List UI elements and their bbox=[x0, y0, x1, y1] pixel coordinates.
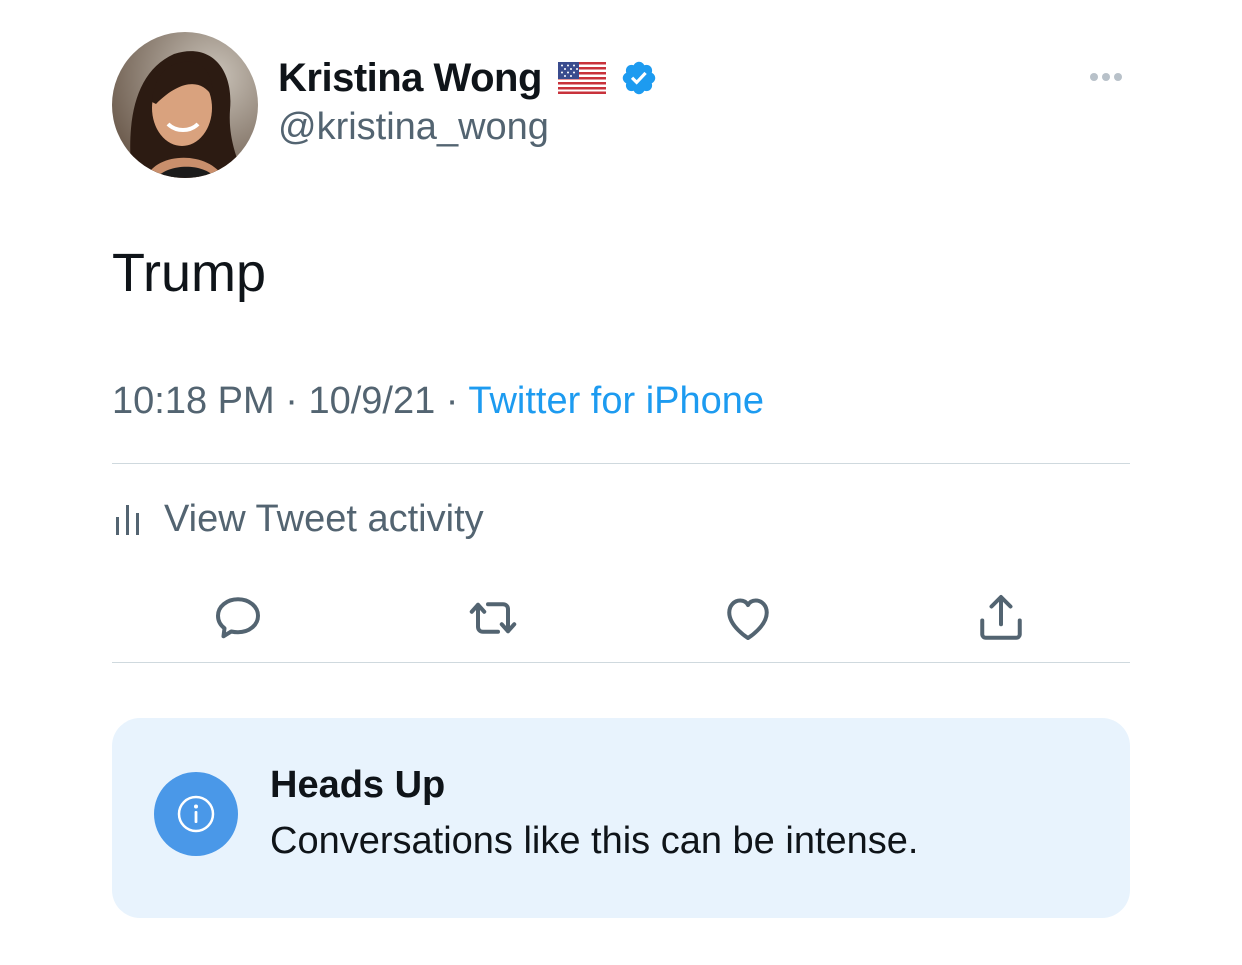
heads-up-notice: Heads Up Conversations like this can be … bbox=[112, 718, 1130, 918]
meta-separator: · bbox=[285, 380, 298, 422]
heart-icon bbox=[718, 588, 778, 648]
verified-badge-icon bbox=[606, 59, 658, 97]
notice-title: Heads Up bbox=[270, 764, 446, 806]
retweet-button[interactable] bbox=[463, 588, 523, 648]
tweet-meta: 10:18 PM · 10/9/21 · Twitter for iPhone bbox=[112, 380, 764, 423]
reply-icon bbox=[208, 588, 268, 648]
view-tweet-activity-link[interactable]: View Tweet activity bbox=[112, 494, 484, 544]
avatar[interactable] bbox=[112, 32, 258, 178]
share-button[interactable] bbox=[971, 588, 1031, 648]
tweet-source-link[interactable]: Twitter for iPhone bbox=[468, 380, 764, 422]
tweet-date[interactable]: 10/9/21 bbox=[308, 380, 435, 422]
info-icon bbox=[154, 772, 238, 856]
divider bbox=[112, 662, 1130, 663]
notice-body: Conversations like this can be intense. bbox=[270, 820, 919, 862]
share-icon bbox=[971, 588, 1031, 648]
reply-button[interactable] bbox=[208, 588, 268, 648]
us-flag-icon bbox=[542, 62, 606, 94]
bar-chart-icon bbox=[112, 499, 164, 539]
tweet-text: Trump bbox=[112, 243, 267, 303]
like-button[interactable] bbox=[718, 588, 778, 648]
more-options-icon[interactable] bbox=[1082, 62, 1130, 92]
meta-separator: · bbox=[445, 380, 459, 422]
author-handle[interactable]: @kristina_wong bbox=[278, 106, 549, 149]
retweet-icon bbox=[463, 588, 523, 648]
tweet-time: 10:18 PM bbox=[112, 380, 275, 422]
author-display-name[interactable]: Kristina Wong bbox=[278, 56, 542, 101]
divider bbox=[112, 463, 1130, 464]
view-tweet-activity-label: View Tweet activity bbox=[164, 497, 484, 540]
